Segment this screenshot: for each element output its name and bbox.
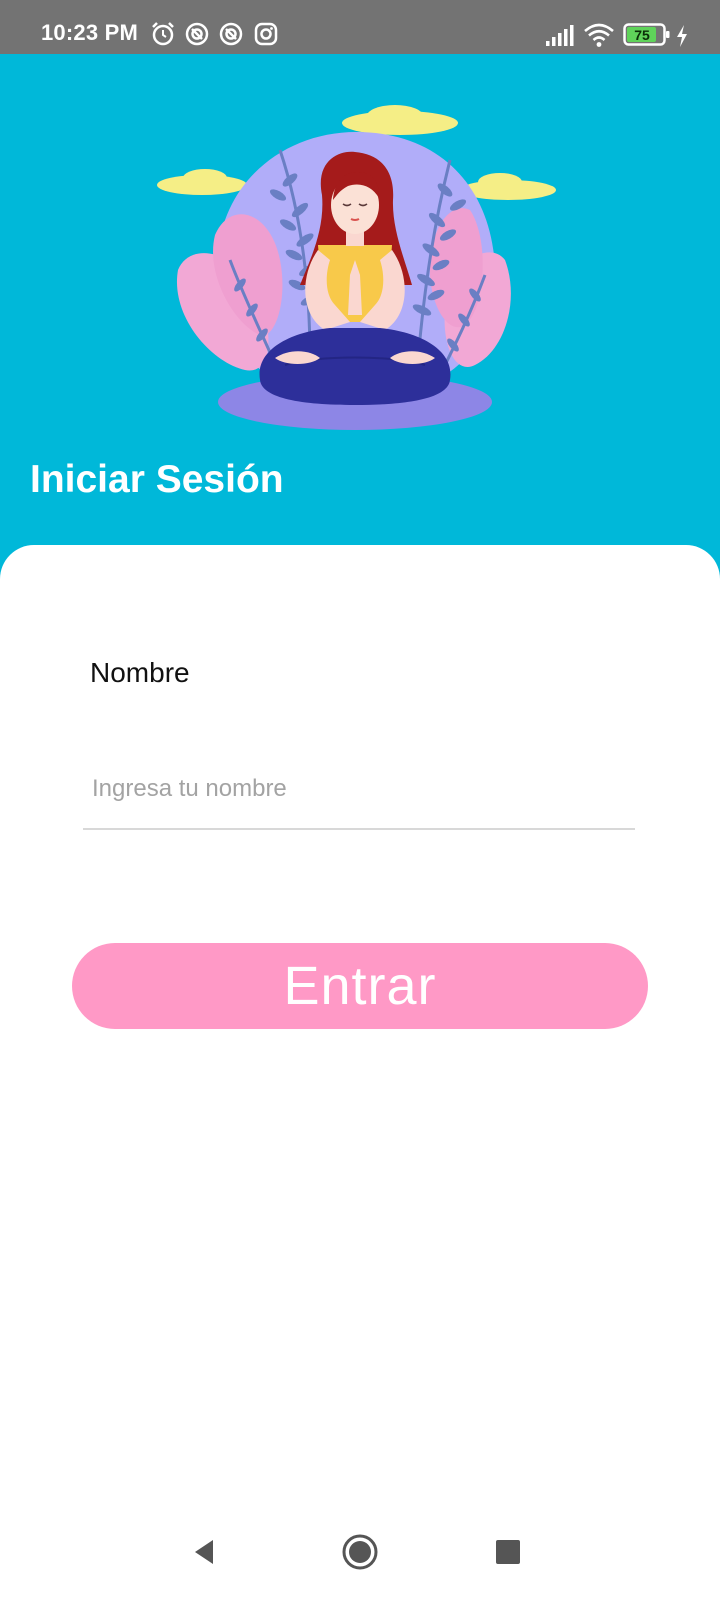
- login-card: [0, 545, 720, 1600]
- enter-button[interactable]: Entrar: [72, 943, 648, 1029]
- name-label: Nombre: [90, 657, 190, 688]
- battery-level: 75: [634, 27, 650, 43]
- alarm-icon: [152, 22, 174, 46]
- recents-button[interactable]: [486, 1530, 530, 1574]
- page-title: Iniciar Sesión: [30, 458, 284, 501]
- name-input[interactable]: [83, 750, 635, 830]
- instagram-icon: [254, 22, 278, 46]
- notification-icon: [185, 22, 209, 46]
- notification-icon: [219, 22, 243, 46]
- status-time: 10:23 PM: [41, 20, 138, 45]
- signal-icon: [546, 25, 574, 46]
- recents-icon: [496, 1540, 520, 1564]
- charging-icon: [677, 25, 687, 47]
- meditating-woman-illustration: [157, 105, 556, 430]
- back-button[interactable]: [182, 1530, 226, 1574]
- wifi-icon: [584, 23, 614, 47]
- navigation-bar: [0, 1500, 720, 1600]
- status-bar: 10:23 PM 75: [0, 0, 720, 54]
- back-icon: [195, 1540, 213, 1564]
- home-icon: [342, 1534, 378, 1570]
- home-button[interactable]: [338, 1530, 382, 1574]
